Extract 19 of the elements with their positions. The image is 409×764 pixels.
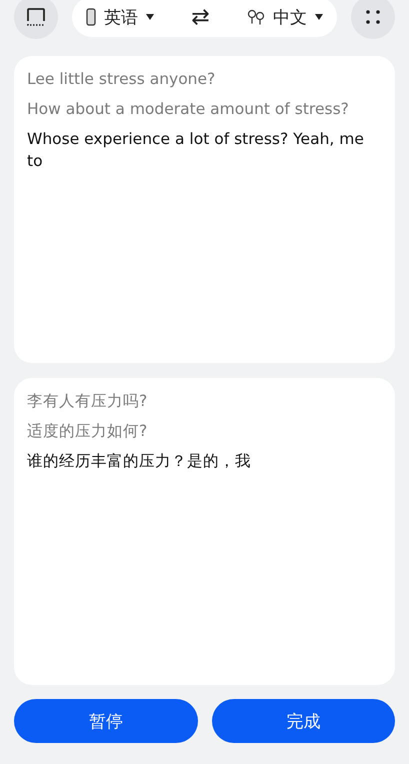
more-button[interactable] [351,0,395,39]
caret-icon [146,14,154,20]
earbuds-icon [247,9,265,25]
window-mode-button[interactable] [14,0,58,39]
transcript-line: 适度的压力如何? [27,421,148,442]
target-language-selector[interactable]: 中文 [247,6,323,28]
window-icon [25,6,47,28]
done-button[interactable]: 完成 [212,699,395,743]
swap-button[interactable]: ⇄ [191,4,210,30]
transcript-line: How about a moderate amount of stress? [27,99,350,120]
source-language-selector[interactable]: 英语 [86,6,154,28]
dots-grid-icon [365,9,381,25]
transcript-line: 李有人有压力吗? [27,391,148,412]
pause-button[interactable]: 暂停 [14,699,198,743]
caret-icon [315,14,323,20]
transcript-line: 谁的经历丰富的压力？是的，我 [27,451,252,472]
transcript-line: Lee little stress anyone? [27,69,216,90]
transcript-line: Whose experience a lot of stress? Yeah, me to [27,129,365,172]
phone-icon [86,8,96,26]
